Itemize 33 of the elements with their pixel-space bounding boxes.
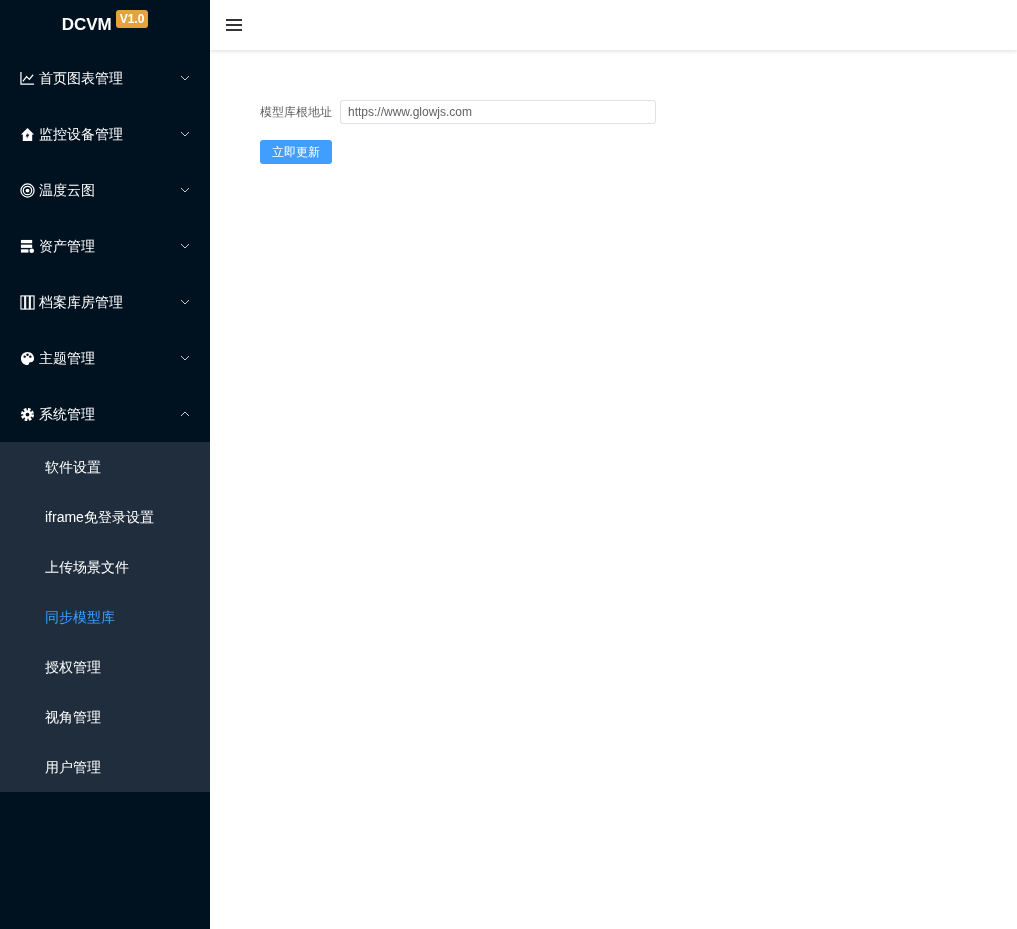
app-logo: DCVM [61,14,112,37]
chevron-down-icon [180,353,190,363]
submenu-item[interactable]: 同步模型库 [0,592,210,642]
menu-item[interactable]: 资产管理 [0,218,210,274]
url-field[interactable]: https://www.glowjs.com [340,100,656,124]
chevron-down-icon [180,73,190,83]
submenu-item[interactable]: 软件设置 [0,442,210,492]
house-icon [20,126,35,142]
chevron-down-icon [180,129,190,139]
chart-icon [20,70,35,86]
palette-icon [20,350,35,366]
menu-item[interactable]: 监控设备管理 [0,106,210,162]
submenu-item[interactable]: 视角管理 [0,692,210,742]
server-icon [20,238,35,254]
chevron-down-icon [180,241,190,251]
chevron-down-icon [180,185,190,195]
submenu-item[interactable]: 用户管理 [0,742,210,792]
menu-icon[interactable] [226,18,242,32]
version-tag: V1.0 [115,10,149,28]
shelves-icon [20,294,35,310]
submenu-item[interactable]: iframe免登录设置 [0,492,210,542]
chevron-up-icon [180,409,190,419]
chevron-down-icon [180,297,190,307]
gear-icon [20,406,35,422]
field-label: 模型库根地址 [260,104,332,121]
menu-item[interactable]: 温度云图 [0,162,210,218]
submenu-item[interactable]: 授权管理 [0,642,210,692]
menu-item[interactable]: 首页图表管理 [0,50,210,106]
target-icon [20,182,35,198]
menu-item[interactable]: 系统管理 [0,386,210,442]
menu-item[interactable]: 主题管理 [0,330,210,386]
menu-item[interactable]: 档案库房管理 [0,274,210,330]
submenu-item[interactable]: 上传场景文件 [0,542,210,592]
